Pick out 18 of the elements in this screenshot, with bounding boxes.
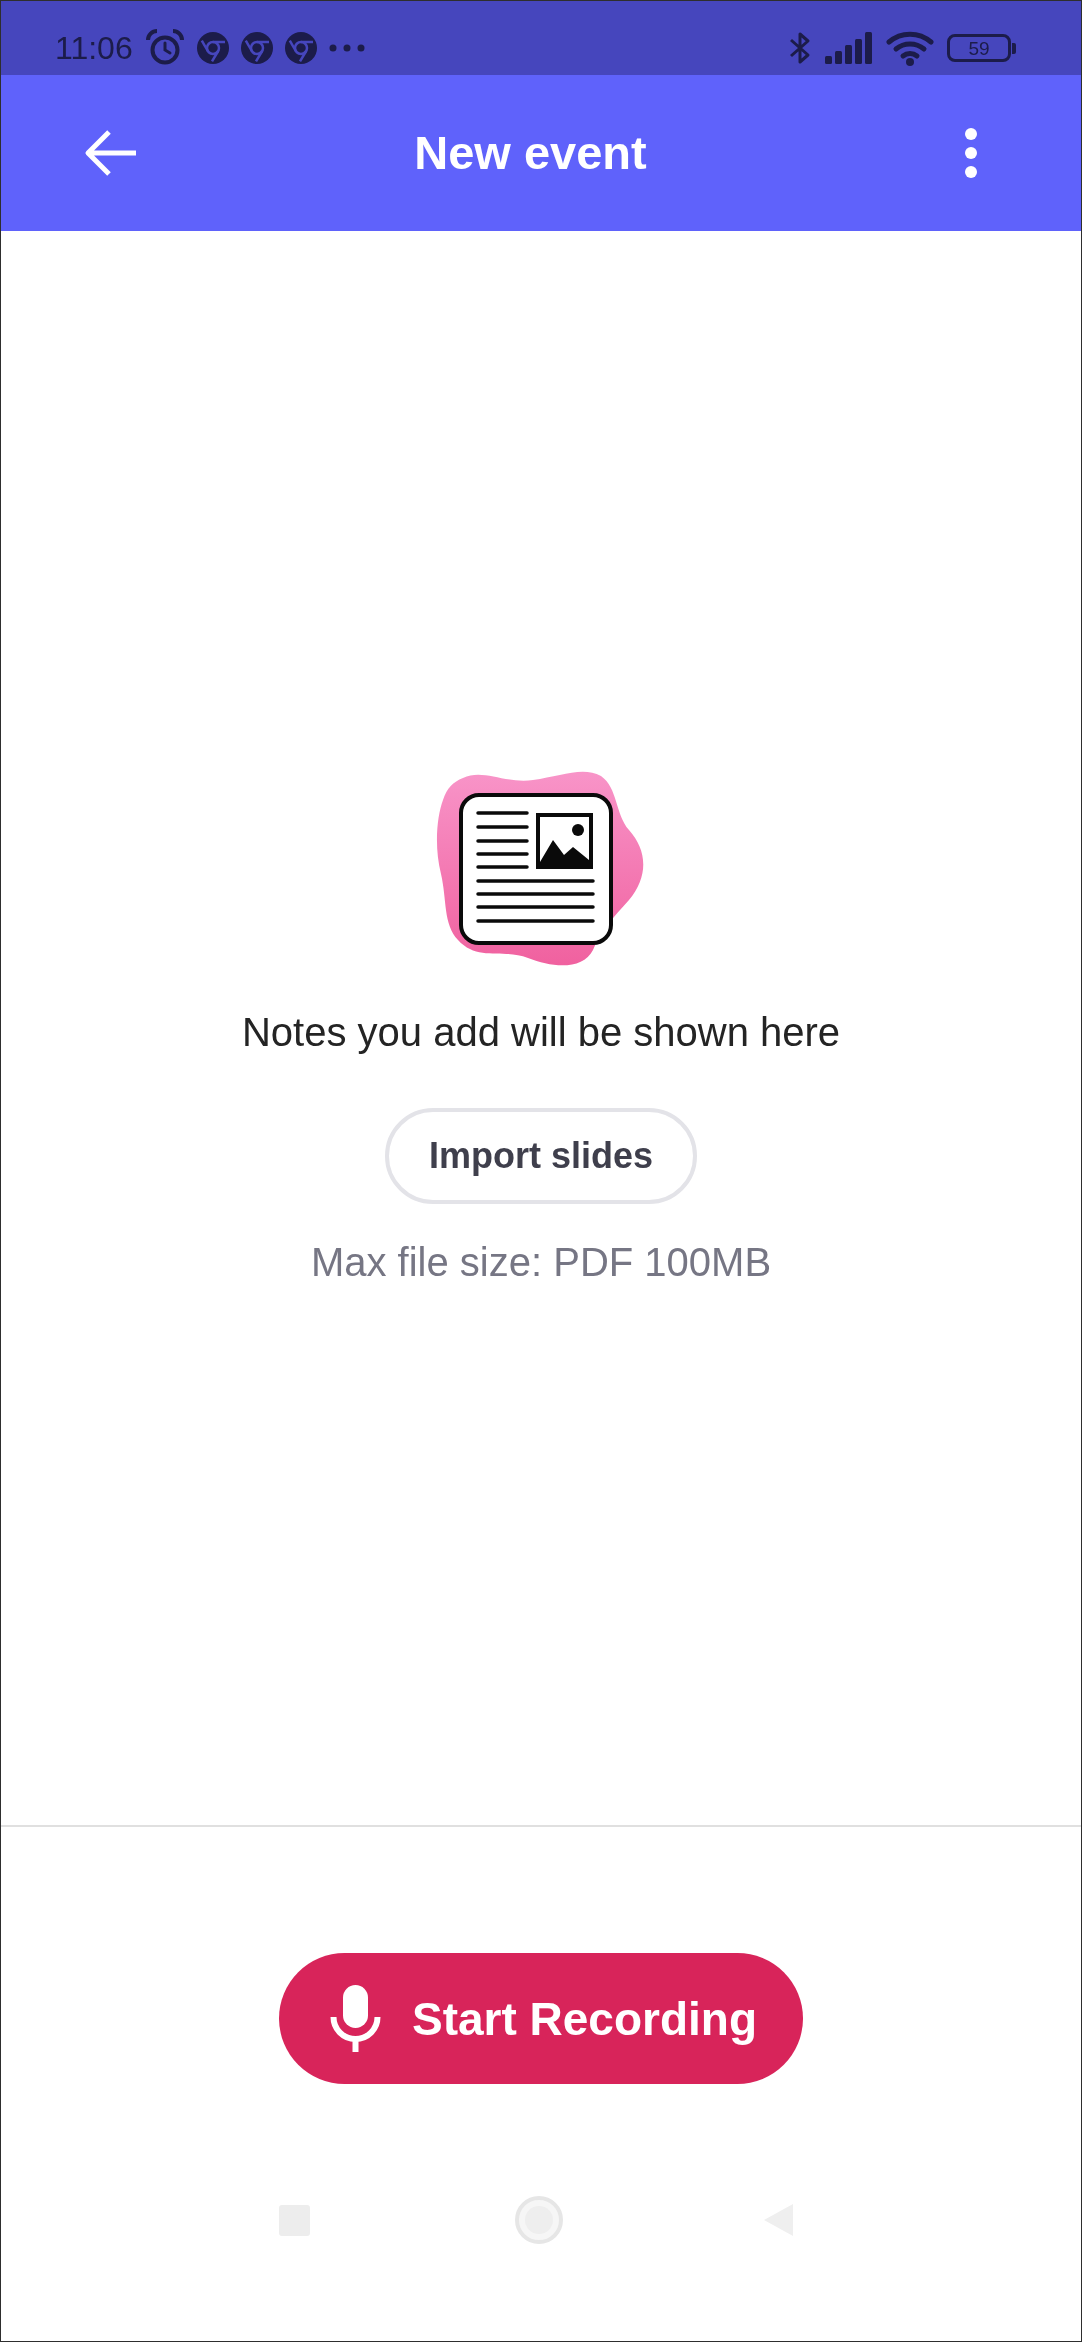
empty-notes-message: Notes you add will be shown here: [241, 1009, 841, 1056]
screen-title: New event: [414, 124, 647, 181]
more-icon: [328, 44, 365, 52]
circular-logo-icon: [284, 32, 317, 64]
battery-indicator: 59: [947, 34, 1016, 62]
more-vertical-icon[interactable]: [965, 128, 977, 178]
microphone-icon: [329, 1985, 381, 2052]
signal-icon: [825, 32, 873, 64]
home-icon[interactable]: [515, 2196, 563, 2244]
wifi-icon: [886, 30, 934, 66]
bluetooth-icon: [788, 30, 812, 66]
start-recording-button[interactable]: Start Recording: [278, 1953, 803, 2084]
circular-logo-icon: [196, 32, 229, 64]
status-time: 11:06: [55, 32, 133, 64]
back-arrow-icon[interactable]: [84, 129, 136, 177]
import-slides-button[interactable]: Import slides: [384, 1108, 698, 1204]
circular-logo-icon: [240, 32, 273, 64]
file-size-hint: Max file size: PDF 100MB: [310, 1239, 772, 1286]
